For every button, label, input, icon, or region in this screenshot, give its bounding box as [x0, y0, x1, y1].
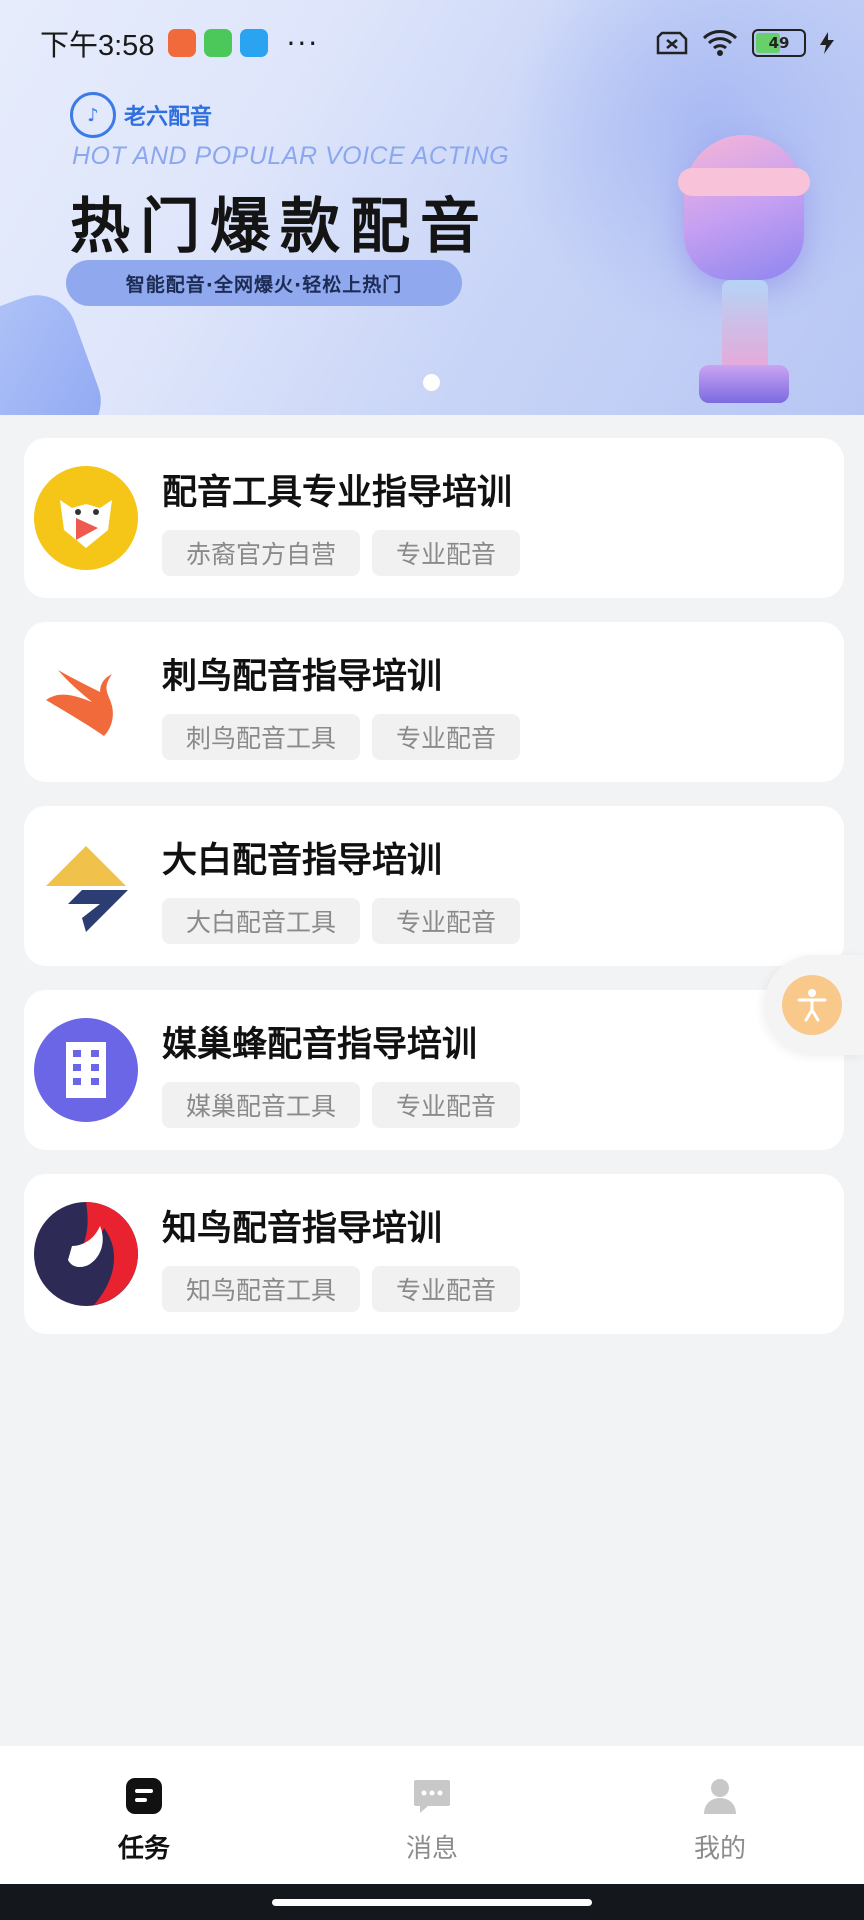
home-indicator[interactable] — [272, 1899, 592, 1906]
cat-mascot-icon — [34, 466, 138, 570]
status-bar: 下午3:58 ··· 49 — [40, 20, 834, 66]
item-title: 知鸟配音指导培训 — [162, 1209, 443, 1249]
banner-title: 热门爆款配音 — [70, 192, 490, 262]
tag-group: 赤裔官方自营 专业配音 — [162, 530, 521, 576]
task-icon — [126, 1778, 162, 1814]
tag-group: 知鸟配音工具 专业配音 — [162, 1266, 521, 1312]
list-item[interactable]: 大白配音指导培训 大白配音工具 专业配音 — [24, 806, 844, 966]
accessibility-icon — [782, 975, 842, 1035]
tag-group: 媒巢配音工具 专业配音 — [162, 1082, 521, 1128]
carousel-indicator[interactable] — [423, 374, 440, 391]
system-navigation-bar — [0, 1884, 864, 1920]
swift-bird-icon — [34, 650, 138, 754]
tag-group: 大白配音工具 专业配音 — [162, 898, 521, 944]
tab-profile[interactable]: 我的 — [576, 1746, 864, 1884]
dabai-logo-icon — [34, 834, 138, 938]
brand: ♪ 老六配音 — [70, 92, 212, 138]
microphone-illustration — [684, 135, 804, 280]
notification-android-icon — [204, 29, 233, 57]
building-icon — [34, 1018, 138, 1122]
battery-indicator: 49 — [752, 29, 806, 57]
tab-messages[interactable]: 消息 — [288, 1746, 576, 1884]
list-item[interactable]: 配音工具专业指导培训 赤裔官方自营 专业配音 — [24, 438, 844, 598]
notification-app-icon — [168, 29, 197, 57]
microphone-stand — [722, 280, 768, 370]
tag-group: 刺鸟配音工具 专业配音 — [162, 714, 521, 760]
tag: 专业配音 — [372, 1082, 521, 1128]
profile-icon — [704, 1779, 736, 1814]
brand-logo-icon: ♪ — [70, 92, 116, 138]
tag: 媒巢配音工具 — [162, 1082, 361, 1128]
tag: 专业配音 — [372, 898, 521, 944]
no-sim-icon — [656, 31, 688, 55]
banner-subtitle: HOT AND POPULAR VOICE ACTING — [72, 142, 510, 170]
banner-tagline: 智能配音·全网爆火·轻松上热门 — [66, 260, 462, 306]
wifi-icon — [702, 30, 738, 56]
more-notifications-icon: ··· — [286, 26, 320, 60]
tab-label: 消息 — [405, 1834, 458, 1864]
message-icon — [414, 1780, 450, 1813]
tab-label: 我的 — [693, 1834, 746, 1864]
battery-level: 49 — [768, 34, 790, 52]
accessibility-float-button[interactable] — [764, 955, 864, 1055]
bottom-tab-bar: 任务 消息 我的 — [0, 1746, 864, 1884]
tag: 刺鸟配音工具 — [162, 714, 361, 760]
brand-name: 老六配音 — [124, 105, 213, 130]
tag: 专业配音 — [372, 714, 521, 760]
hero-banner[interactable]: 下午3:58 ··· 49 ♪ 老六配音 HOT AND POPULAR VOI… — [0, 0, 864, 415]
notification-app-icon — [240, 29, 269, 57]
item-title: 大白配音指导培训 — [162, 841, 443, 881]
tag: 知鸟配音工具 — [162, 1266, 361, 1312]
item-title: 媒巢蜂配音指导培训 — [162, 1025, 478, 1065]
item-title: 配音工具专业指导培训 — [162, 473, 513, 513]
tag: 大白配音工具 — [162, 898, 361, 944]
tab-tasks[interactable]: 任务 — [0, 1746, 288, 1884]
item-title: 刺鸟配音指导培训 — [162, 657, 443, 697]
status-time: 下午3:58 — [40, 30, 155, 62]
tag: 赤裔官方自营 — [162, 530, 361, 576]
list-item[interactable]: 知鸟配音指导培训 知鸟配音工具 专业配音 — [24, 1174, 844, 1334]
microphone-base — [699, 365, 789, 403]
charging-icon — [820, 32, 834, 54]
list-item[interactable]: 刺鸟配音指导培训 刺鸟配音工具 专业配音 — [24, 622, 844, 782]
microphone-band — [678, 168, 810, 196]
tag: 专业配音 — [372, 530, 521, 576]
zhiniao-bird-icon — [34, 1202, 138, 1306]
list-item[interactable]: 媒巢蜂配音指导培训 媒巢配音工具 专业配音 — [24, 990, 844, 1150]
tag: 专业配音 — [372, 1266, 521, 1312]
course-list: 配音工具专业指导培训 赤裔官方自营 专业配音 刺鸟配音指导培训 刺鸟配音工具 专… — [24, 438, 844, 1358]
tab-label: 任务 — [117, 1834, 170, 1864]
